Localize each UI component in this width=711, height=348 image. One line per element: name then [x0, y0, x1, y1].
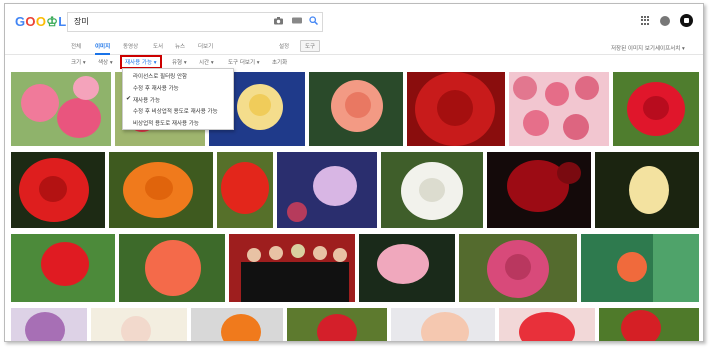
menu-item-modify-reuse[interactable]: 수정 후 재사용 가능: [133, 84, 179, 92]
keyboard-icon[interactable]: [292, 17, 302, 27]
logo-letter: O: [35, 14, 47, 29]
camera-icon[interactable]: [274, 17, 283, 28]
search-input[interactable]: 장미: [67, 12, 323, 32]
image-result[interactable]: [599, 308, 699, 341]
image-result[interactable]: [359, 234, 455, 302]
tab-more[interactable]: 더보기: [198, 42, 213, 50]
tab-images[interactable]: 이미지: [95, 42, 111, 55]
usage-rights-menu: 라이선스로 필터링 안함 수정 후 재사용 가능 ✔ 재사용 가능 수정 후 비…: [122, 68, 234, 130]
image-result[interactable]: [191, 308, 283, 341]
image-result[interactable]: [229, 234, 355, 302]
image-result[interactable]: [119, 234, 225, 302]
image-result[interactable]: [487, 152, 591, 228]
image-result[interactable]: [11, 152, 105, 228]
image-result[interactable]: [595, 152, 699, 228]
filter-type[interactable]: 유형 ▾: [172, 58, 187, 66]
search-icon[interactable]: [309, 16, 319, 28]
image-result[interactable]: [11, 234, 115, 302]
notifications-icon[interactable]: [660, 15, 670, 26]
menu-item-reuse[interactable]: 재사용 가능: [133, 96, 160, 104]
image-result[interactable]: [11, 308, 87, 341]
top-bar: GOO♔LE 장미: [5, 4, 703, 38]
settings-link[interactable]: 설정: [279, 42, 289, 50]
check-icon: ✔: [126, 95, 132, 102]
image-result[interactable]: [407, 72, 505, 146]
filter-reset[interactable]: 초기화: [272, 58, 287, 66]
browser-frame: GOO♔LE 장미 전체 이미지 동영상 도서 뉴스 더보기 설정 도구: [4, 3, 704, 342]
filter-color[interactable]: 색상 ▾: [98, 58, 113, 66]
search-tabs: 전체 이미지 동영상 도서 뉴스 더보기 설정 도구: [5, 38, 703, 55]
image-result[interactable]: [499, 308, 595, 341]
logo-letter: O: [25, 14, 36, 29]
saved-images-link[interactable]: 저장된 이미지 보기: [611, 44, 655, 52]
image-result[interactable]: [459, 234, 577, 302]
tab-all[interactable]: 전체: [71, 42, 81, 50]
tab-videos[interactable]: 동영상: [123, 42, 138, 50]
image-result[interactable]: [613, 72, 699, 146]
image-result[interactable]: [11, 72, 111, 146]
image-result[interactable]: [509, 72, 609, 146]
image-result[interactable]: [217, 152, 273, 228]
menu-item-noncommercial[interactable]: 비상업적 용도로 재사용 가능: [133, 119, 199, 127]
tools-button[interactable]: 도구: [300, 40, 321, 52]
filter-time[interactable]: 시간 ▾: [199, 58, 214, 66]
tab-news[interactable]: 뉴스: [175, 42, 185, 50]
menu-item-no-filter[interactable]: 라이선스로 필터링 안함: [133, 72, 187, 80]
image-result[interactable]: [287, 308, 387, 341]
filter-usage-rights[interactable]: 재사용 가능 ▾: [120, 55, 162, 69]
avatar[interactable]: [680, 14, 693, 27]
safesearch-link[interactable]: 세이프서치 ▾: [655, 44, 685, 52]
image-result[interactable]: [109, 152, 213, 228]
menu-item-noncommercial-modify[interactable]: 수정 후 비상업적 용도로 재사용 가능: [133, 107, 218, 115]
image-result[interactable]: [91, 308, 187, 341]
tab-books[interactable]: 도서: [153, 42, 163, 50]
logo-letter: ♔: [46, 14, 59, 29]
image-result[interactable]: [581, 234, 699, 302]
logo-letter: G: [15, 14, 26, 29]
apps-grid-icon[interactable]: [641, 16, 650, 25]
image-result[interactable]: [277, 152, 377, 228]
logo-letter: L: [58, 14, 67, 29]
image-result[interactable]: [381, 152, 483, 228]
image-result[interactable]: [391, 308, 495, 341]
filter-more-tools[interactable]: 도구 더보기 ▾: [228, 58, 260, 66]
filter-bar: 크기 ▾ 색상 ▾ 재사용 가능 ▾ 유형 ▾ 시간 ▾ 도구 더보기 ▾ 초기…: [5, 46, 703, 69]
search-query: 장미: [74, 17, 89, 26]
image-result[interactable]: [309, 72, 403, 146]
filter-size[interactable]: 크기 ▾: [71, 58, 86, 66]
